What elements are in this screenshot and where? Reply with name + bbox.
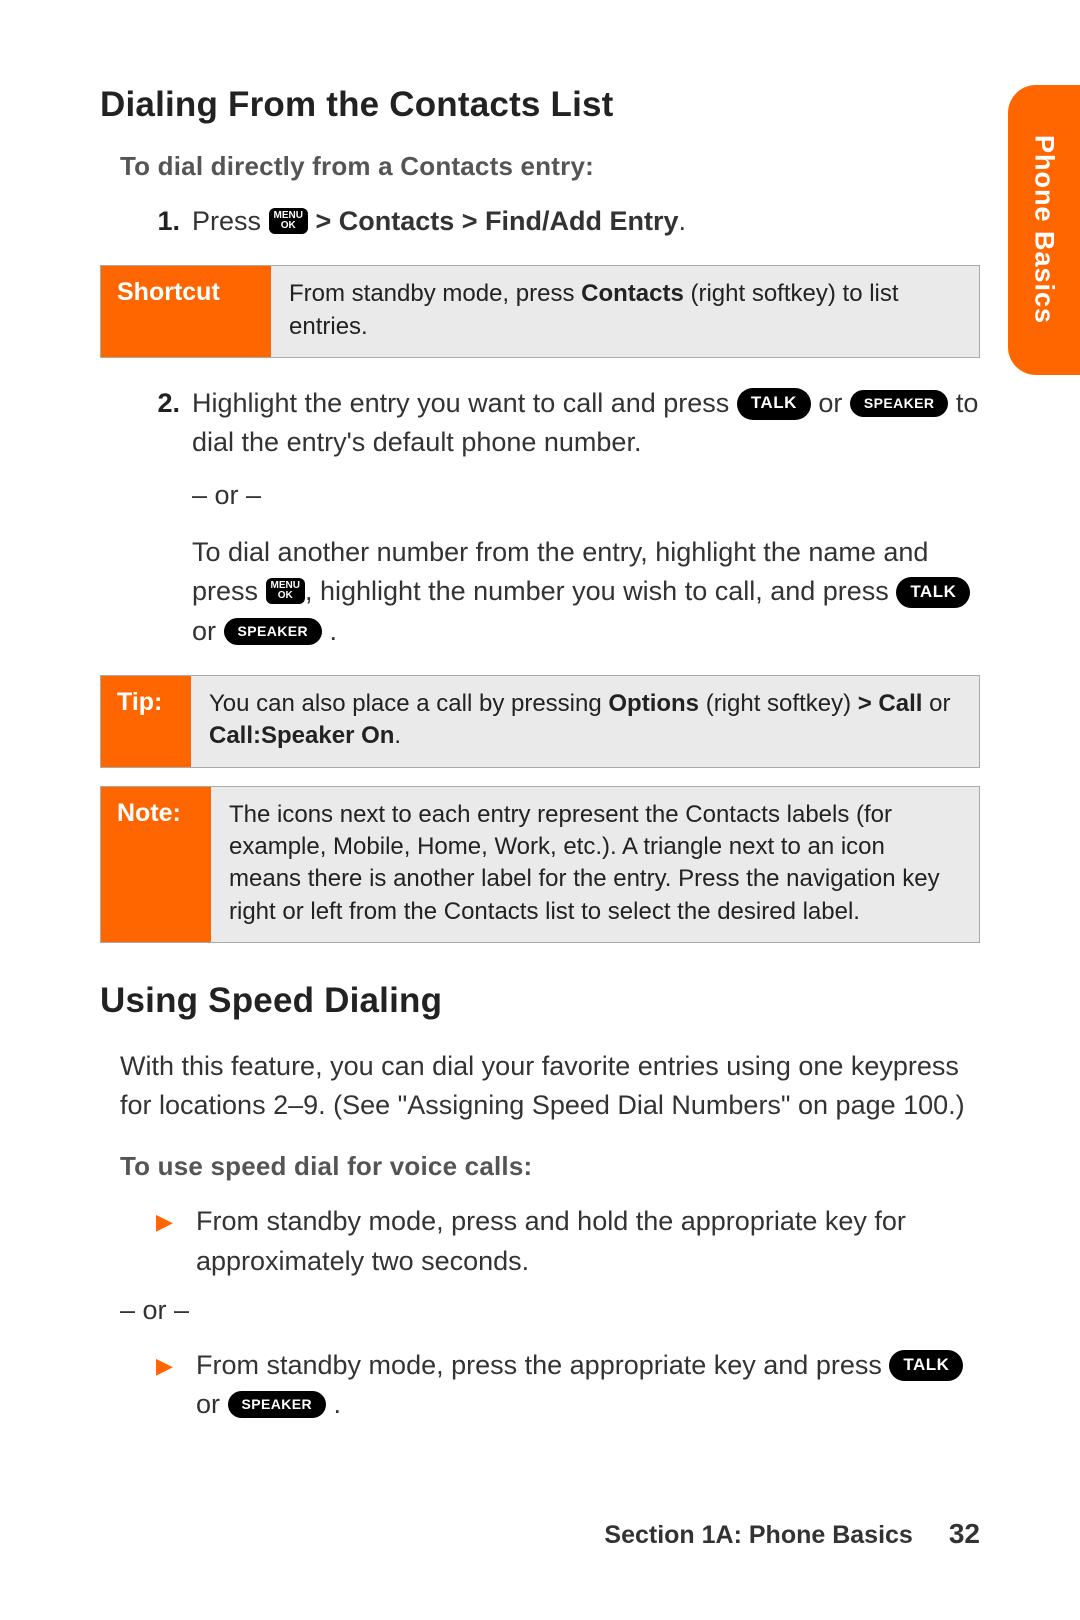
step-1-path: > Contacts > Find/Add Entry xyxy=(308,206,679,236)
tip-text-c: (right softkey) xyxy=(699,690,858,717)
shortcut-bold: Contacts xyxy=(581,280,684,307)
side-tab-label: Phone Basics xyxy=(1029,135,1060,324)
step-2-text-b: or xyxy=(811,388,850,418)
bullet-1: ▶ From standby mode, press and hold the … xyxy=(156,1202,980,1280)
note-label: Note: xyxy=(101,787,211,943)
speed-dial-or: – or – xyxy=(120,1295,980,1326)
step-1-number: 1. xyxy=(152,202,192,241)
tip-bold-call: > Call xyxy=(858,690,923,717)
step-2-text-e: , highlight the number you wish to call,… xyxy=(305,576,896,606)
talk-button-icon: TALK xyxy=(737,388,811,420)
shortcut-label: Shortcut xyxy=(101,266,271,357)
tip-box: Tip: You can also place a call by pressi… xyxy=(100,675,980,768)
bullet-1-body: From standby mode, press and hold the ap… xyxy=(196,1202,980,1280)
step-2: 2. Highlight the entry you want to call … xyxy=(152,384,980,651)
tip-text-e: or xyxy=(922,690,950,717)
tip-content: You can also place a call by pressing Op… xyxy=(191,676,979,767)
bullet-2-text-b: or xyxy=(196,1389,228,1419)
menu-ok-icon: MENUOK xyxy=(266,578,305,604)
step-1: 1. Press MENUOK > Contacts > Find/Add En… xyxy=(152,202,980,241)
bullet-2-text-a: From standby mode, press the appropriate… xyxy=(196,1350,889,1380)
talk-button-icon: TALK xyxy=(896,577,970,609)
tip-text-g: . xyxy=(394,722,401,749)
tip-bold-options: Options xyxy=(608,690,699,717)
note-box: Note: The icons next to each entry repre… xyxy=(100,786,980,944)
bullet-2-body: From standby mode, press the appropriate… xyxy=(196,1346,980,1424)
subheading-dial-from-contacts: To dial directly from a Contacts entry: xyxy=(120,151,980,182)
step-1-body: Press MENUOK > Contacts > Find/Add Entry… xyxy=(192,202,980,241)
footer-page-number: 32 xyxy=(949,1518,980,1550)
step-2-text-f: or xyxy=(192,616,224,646)
page-footer: Section 1A: Phone Basics 32 xyxy=(604,1518,980,1550)
menu-icon-bottom: OK xyxy=(278,591,293,601)
step-2-body: Highlight the entry you want to call and… xyxy=(192,384,980,651)
subheading-use-speed-dial: To use speed dial for voice calls: xyxy=(120,1151,980,1182)
heading-speed-dialing: Using Speed Dialing xyxy=(100,981,980,1021)
triangle-bullet-icon: ▶ xyxy=(156,1346,196,1424)
speaker-button-icon: SPEAKER xyxy=(850,390,948,417)
shortcut-content: From standby mode, press Contacts (right… xyxy=(271,266,979,357)
speaker-button-icon: SPEAKER xyxy=(224,618,322,645)
heading-dialing-contacts: Dialing From the Contacts List xyxy=(100,85,980,125)
tip-bold-speaker: Call:Speaker On xyxy=(209,722,394,749)
shortcut-text-a: From standby mode, press xyxy=(289,280,581,307)
step-2-number: 2. xyxy=(152,384,192,651)
note-content: The icons next to each entry represent t… xyxy=(211,787,979,943)
menu-icon-bottom: OK xyxy=(281,221,296,231)
bullet-2: ▶ From standby mode, press the appropria… xyxy=(156,1346,980,1424)
step-2-text-a: Highlight the entry you want to call and… xyxy=(192,388,737,418)
step-2-text-g: . xyxy=(322,616,337,646)
step-1-period: . xyxy=(679,206,687,236)
speed-dial-intro: With this feature, you can dial your fav… xyxy=(120,1047,980,1125)
step-2-or: – or – xyxy=(192,476,980,515)
talk-button-icon: TALK xyxy=(889,1350,963,1382)
step-1-text-a: Press xyxy=(192,206,269,236)
shortcut-box: Shortcut From standby mode, press Contac… xyxy=(100,265,980,358)
speaker-button-icon: SPEAKER xyxy=(228,1391,326,1418)
menu-ok-icon: MENUOK xyxy=(269,208,308,234)
side-tab-phone-basics: Phone Basics xyxy=(1008,85,1080,375)
triangle-bullet-icon: ▶ xyxy=(156,1202,196,1280)
tip-text-a: You can also place a call by pressing xyxy=(209,690,608,717)
bullet-2-text-c: . xyxy=(326,1389,341,1419)
footer-section: Section 1A: Phone Basics xyxy=(604,1521,912,1550)
tip-label: Tip: xyxy=(101,676,191,767)
